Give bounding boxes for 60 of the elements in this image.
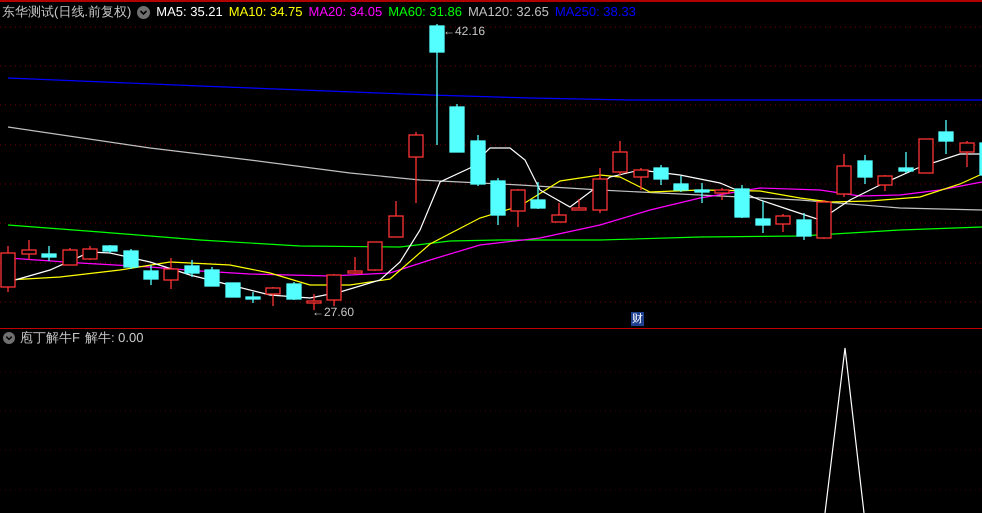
candlestick bbox=[163, 258, 179, 289]
moving-average-value: MA120: 32.65 bbox=[468, 3, 549, 22]
candlestick bbox=[755, 201, 771, 233]
candlestick bbox=[959, 141, 975, 167]
candlestick bbox=[184, 260, 200, 277]
low-price-label: ←27.60 bbox=[312, 304, 354, 321]
candlestick bbox=[918, 138, 934, 174]
chevron-down-icon[interactable] bbox=[3, 332, 15, 344]
candlestick bbox=[347, 257, 363, 274]
candlestick bbox=[408, 132, 424, 203]
candlestick bbox=[388, 201, 404, 238]
candlestick bbox=[653, 165, 669, 185]
candlestick bbox=[633, 168, 649, 190]
candlestick bbox=[326, 274, 342, 306]
candlestick bbox=[938, 120, 954, 154]
moving-average-value: MA60: 31.86 bbox=[388, 3, 462, 22]
candlestick bbox=[123, 249, 139, 269]
candlestick bbox=[367, 241, 383, 271]
finance-badge[interactable]: 财 bbox=[631, 312, 644, 326]
candlestick bbox=[143, 265, 159, 285]
moving-average-value: MA20: 34.05 bbox=[308, 3, 382, 22]
candlestick bbox=[510, 189, 526, 227]
candlestick bbox=[204, 267, 220, 287]
candlestick bbox=[530, 182, 546, 209]
moving-average-value: MA250: 38.33 bbox=[554, 3, 636, 22]
candlestick bbox=[245, 292, 261, 303]
candlestick bbox=[449, 104, 465, 153]
candlestick bbox=[62, 248, 78, 266]
candlestick bbox=[490, 178, 506, 225]
candlestick bbox=[21, 240, 37, 260]
candlestick bbox=[775, 214, 791, 232]
candlestick bbox=[796, 213, 812, 240]
candlestick bbox=[734, 185, 750, 218]
candlestick bbox=[979, 142, 982, 176]
candlestick bbox=[41, 246, 57, 261]
chevron-down-icon[interactable] bbox=[137, 6, 150, 18]
candlestick bbox=[612, 141, 628, 175]
candlestick bbox=[898, 152, 914, 173]
chart-title: 东华测试(日线.前复权) bbox=[2, 3, 132, 22]
candlestick bbox=[694, 183, 710, 203]
candlestick bbox=[571, 199, 587, 211]
candlestick bbox=[551, 203, 567, 223]
candlestick bbox=[225, 282, 241, 298]
moving-average-value: MA5: 35.21 bbox=[156, 3, 223, 22]
candlestick bbox=[877, 175, 893, 191]
candlestick bbox=[470, 135, 486, 186]
indicator-name: 庖丁解牛F bbox=[20, 329, 80, 348]
candlestick bbox=[857, 155, 873, 184]
candlestick bbox=[265, 287, 281, 306]
candlestick bbox=[286, 282, 302, 300]
high-price-label: ←42.16 bbox=[443, 23, 486, 40]
candlestick bbox=[816, 200, 832, 239]
moving-average-value: MA10: 34.75 bbox=[228, 3, 302, 22]
candlestick bbox=[836, 154, 852, 197]
candlestick bbox=[102, 245, 118, 253]
candlestick bbox=[673, 176, 689, 192]
candlestick bbox=[82, 246, 98, 260]
candlestick bbox=[714, 188, 730, 200]
indicator-value: 解牛: 0.00 bbox=[84, 329, 144, 348]
candlestick bbox=[592, 168, 608, 213]
